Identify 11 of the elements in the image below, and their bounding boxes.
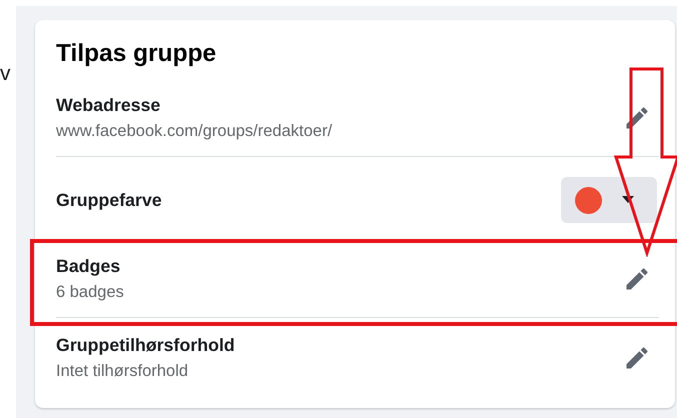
setting-label: Badges xyxy=(56,256,122,277)
setting-value: Intet tilhørsforhold xyxy=(56,362,190,381)
setting-value: www.facebook.com/groups/redaktoer/ xyxy=(56,122,332,141)
caret-icon xyxy=(622,196,634,204)
card-title: Tilpas gruppe xyxy=(56,40,218,68)
setting-label: Gruppefarve xyxy=(56,190,162,210)
setting-label: Webadresse xyxy=(56,95,162,116)
color-dropdown[interactable] xyxy=(561,177,657,223)
cut-off-text: v xyxy=(0,62,10,86)
setting-label: Gruppetilhørsforhold xyxy=(56,335,235,356)
setting-value: 6 badges xyxy=(56,283,124,302)
